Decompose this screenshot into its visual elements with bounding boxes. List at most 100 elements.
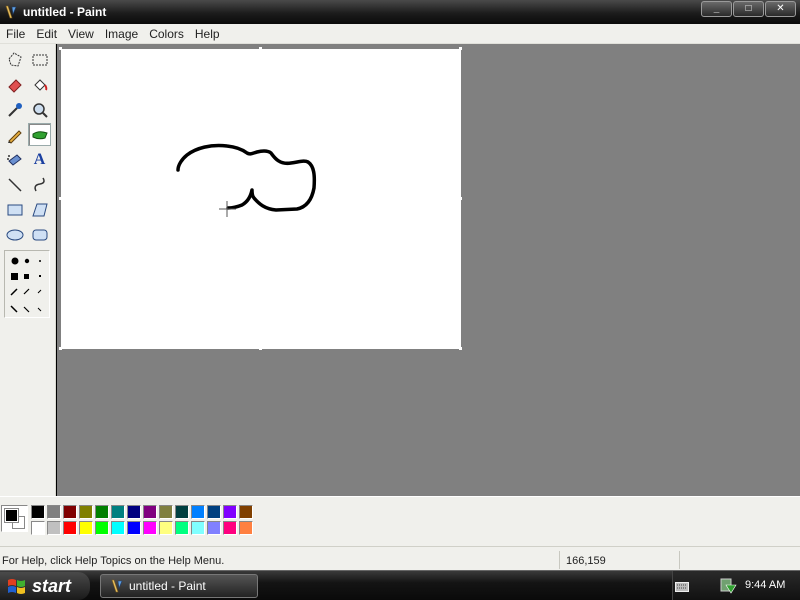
drawing-canvas[interactable] bbox=[61, 49, 461, 349]
ellipse-icon bbox=[6, 229, 23, 240]
menu-edit[interactable]: Edit bbox=[31, 27, 62, 41]
brush-shapes-icon bbox=[10, 257, 42, 313]
color-swatch[interactable] bbox=[223, 505, 237, 519]
rectangle-tool[interactable] bbox=[3, 198, 26, 221]
resize-handle-bottom[interactable] bbox=[259, 347, 262, 350]
free-form-select-tool[interactable] bbox=[3, 48, 26, 71]
color-swatch[interactable] bbox=[223, 521, 237, 535]
airbrush-tool[interactable] bbox=[3, 148, 26, 171]
status-bar: For Help, click Help Topics on the Help … bbox=[0, 546, 800, 570]
polygon-tool[interactable] bbox=[28, 198, 51, 221]
color-swatch[interactable] bbox=[63, 505, 77, 519]
color-swatch[interactable] bbox=[159, 521, 173, 535]
status-help-text: For Help, click Help Topics on the Help … bbox=[2, 555, 225, 567]
paint-bucket-icon bbox=[33, 78, 47, 91]
resize-handle-top[interactable] bbox=[259, 47, 262, 50]
minimize-button[interactable]: _ bbox=[701, 1, 732, 17]
menu-file[interactable]: File bbox=[1, 27, 30, 41]
color-swatch[interactable] bbox=[63, 521, 77, 535]
workspace bbox=[57, 44, 800, 496]
paint-app-icon bbox=[111, 579, 123, 593]
paint-app-icon bbox=[3, 4, 19, 20]
brush-tool[interactable] bbox=[28, 123, 51, 146]
menu-view[interactable]: View bbox=[63, 27, 99, 41]
color-swatch[interactable] bbox=[111, 521, 125, 535]
color-palette bbox=[0, 496, 800, 546]
color-swatch[interactable] bbox=[127, 505, 141, 519]
resize-handle-top-right[interactable] bbox=[459, 47, 462, 50]
close-button[interactable]: ✕ bbox=[765, 1, 796, 17]
windows-logo-icon bbox=[8, 579, 25, 594]
start-button[interactable]: start bbox=[0, 572, 90, 600]
text-tool[interactable]: A bbox=[28, 148, 51, 171]
curve-icon bbox=[33, 177, 45, 191]
menu-bar: File Edit View Image Colors Help bbox=[0, 24, 800, 44]
menu-image[interactable]: Image bbox=[100, 27, 143, 41]
curve-tool[interactable] bbox=[28, 173, 51, 196]
title-bar[interactable]: untitled - Paint _ □ ✕ bbox=[0, 0, 800, 24]
maximize-button[interactable]: □ bbox=[733, 1, 764, 17]
resize-handle-bottom-left[interactable] bbox=[59, 347, 62, 350]
current-colors bbox=[1, 505, 28, 532]
rectangle-icon bbox=[7, 204, 22, 215]
color-swatch[interactable] bbox=[207, 521, 221, 535]
status-separator bbox=[559, 551, 560, 569]
color-swatch[interactable] bbox=[31, 505, 45, 519]
resize-handle-top-left[interactable] bbox=[59, 47, 62, 50]
rect-select-icon bbox=[32, 54, 47, 65]
color-swatch[interactable] bbox=[127, 521, 141, 535]
window-title: untitled - Paint bbox=[23, 5, 107, 19]
color-swatch[interactable] bbox=[175, 505, 189, 519]
line-tool[interactable] bbox=[3, 173, 26, 196]
color-swatch[interactable] bbox=[239, 521, 253, 535]
rounded-rectangle-tool[interactable] bbox=[28, 223, 51, 246]
brush-icon bbox=[32, 130, 48, 139]
magnifier-icon bbox=[32, 102, 48, 118]
canvas-drawing bbox=[176, 143, 317, 217]
keyboard-icon[interactable] bbox=[675, 581, 689, 593]
select-tool[interactable] bbox=[28, 48, 51, 71]
eyedropper-icon bbox=[7, 102, 22, 117]
color-swatch[interactable] bbox=[79, 521, 93, 535]
color-swatch[interactable] bbox=[47, 521, 61, 535]
magnifier-tool[interactable] bbox=[28, 98, 51, 121]
color-swatch[interactable] bbox=[207, 505, 221, 519]
eraser-icon bbox=[7, 78, 22, 93]
taskbar: start untitled - Paint 9:44 AM bbox=[0, 570, 800, 600]
brush-shape-options[interactable] bbox=[4, 250, 50, 318]
color-swatch[interactable] bbox=[111, 505, 125, 519]
cursor-coordinates: 166,159 bbox=[566, 555, 606, 567]
status-separator bbox=[679, 551, 680, 569]
color-swatch[interactable] bbox=[95, 505, 109, 519]
menu-colors[interactable]: Colors bbox=[144, 27, 189, 41]
color-swatch[interactable] bbox=[239, 505, 253, 519]
taskbar-item-paint[interactable]: untitled - Paint bbox=[100, 574, 258, 598]
color-swatch[interactable] bbox=[95, 521, 109, 535]
color-swatch[interactable] bbox=[175, 521, 189, 535]
pencil-tool[interactable] bbox=[3, 123, 26, 146]
start-label: start bbox=[32, 575, 72, 596]
color-swatch[interactable] bbox=[143, 521, 157, 535]
toolbox: A bbox=[0, 44, 56, 496]
free-select-icon bbox=[7, 51, 22, 67]
resize-handle-bottom-right[interactable] bbox=[459, 347, 462, 350]
color-swatch[interactable] bbox=[191, 505, 205, 519]
color-swatch[interactable] bbox=[191, 521, 205, 535]
resize-handle-right[interactable] bbox=[459, 197, 462, 200]
pencil-icon bbox=[7, 129, 22, 144]
ellipse-tool[interactable] bbox=[3, 223, 26, 246]
color-swatch[interactable] bbox=[143, 505, 157, 519]
eraser-tool[interactable] bbox=[3, 73, 26, 96]
color-swatch[interactable] bbox=[31, 521, 45, 535]
color-swatch[interactable] bbox=[79, 505, 93, 519]
color-swatch[interactable] bbox=[159, 505, 173, 519]
fill-tool[interactable] bbox=[28, 73, 51, 96]
foreground-color bbox=[4, 508, 19, 523]
resize-handle-left[interactable] bbox=[59, 197, 62, 200]
pick-color-tool[interactable] bbox=[3, 98, 26, 121]
network-shield-icon[interactable] bbox=[719, 577, 737, 595]
airbrush-icon bbox=[6, 153, 22, 166]
color-swatch[interactable] bbox=[47, 505, 61, 519]
menu-help[interactable]: Help bbox=[190, 27, 225, 41]
taskbar-item-label: untitled - Paint bbox=[129, 579, 206, 593]
